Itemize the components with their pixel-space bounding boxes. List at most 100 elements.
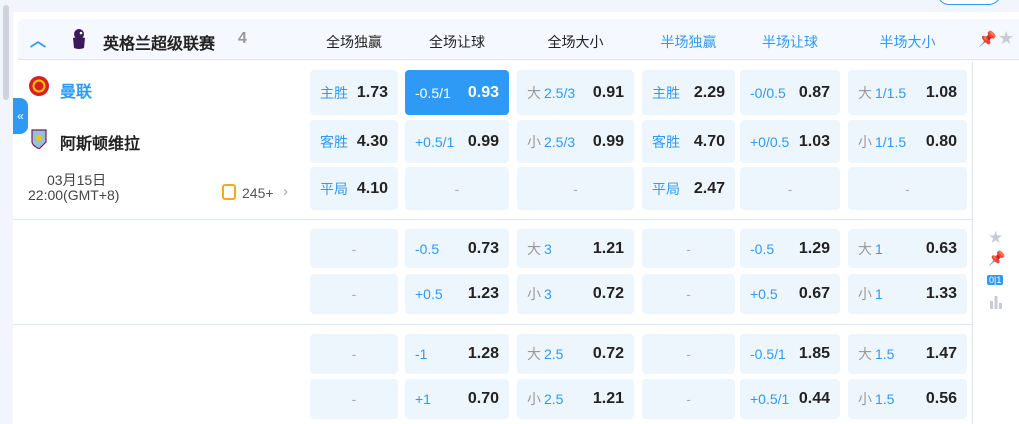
- bet-type: 小: [527, 133, 541, 150]
- odds-cell[interactable]: -0/0.5 0.87: [740, 70, 840, 115]
- pin-icon[interactable]: 📌: [978, 30, 997, 48]
- odds-value: 0.73: [467, 239, 499, 257]
- odds-cell[interactable]: -: [642, 229, 735, 268]
- odds-value: 0.44: [798, 390, 830, 407]
- away-team[interactable]: 阿斯顿维拉: [60, 130, 140, 154]
- odds-value: 1.23: [467, 285, 499, 302]
- odds-cell[interactable]: 大 2.5/3 0.91: [517, 70, 634, 115]
- odds-cell[interactable]: +0.5/1 0.99: [405, 120, 509, 163]
- bet-type: 大: [858, 240, 872, 257]
- odds-cell[interactable]: -: [642, 334, 735, 374]
- league-header: ︿ 英格兰超级联赛 4 全场独赢 全场让球 全场大小 半场独赢 半场让球 半场大小 📌 ★: [18, 19, 1019, 60]
- odds-cell[interactable]: 小 2.5 1.21: [517, 379, 634, 419]
- empty-odds: -: [686, 240, 691, 257]
- odds-cell[interactable]: 客胜 4.30: [310, 120, 398, 163]
- odds-cell[interactable]: 小 3 0.72: [517, 274, 634, 314]
- odds-value: 0.67: [798, 285, 830, 302]
- odds-cell[interactable]: -: [310, 334, 398, 374]
- odds-cell[interactable]: +0.5 0.67: [740, 274, 840, 314]
- odds-cell[interactable]: 小 1 1.33: [848, 274, 967, 314]
- handicap-line: +0.5: [750, 286, 778, 302]
- handicap-line: 1/1.5: [875, 133, 907, 150]
- empty-odds: -: [454, 180, 460, 197]
- chevron-up-icon[interactable]: ︿: [30, 27, 46, 51]
- odds-cell[interactable]: -: [405, 167, 509, 210]
- column-header: 全场大小: [547, 34, 604, 50]
- odds-cell[interactable]: +0.5/1 0.44: [740, 379, 840, 419]
- divider: [13, 324, 973, 325]
- odds-value: 4.70: [693, 132, 725, 150]
- handicap-line: 2.5: [544, 391, 564, 407]
- odds-cell[interactable]: +0.5 1.23: [405, 274, 509, 314]
- odds-cell[interactable]: 小 1/1.5 0.80: [848, 120, 967, 163]
- scrollbar[interactable]: [3, 5, 9, 100]
- pin-icon[interactable]: 📌: [988, 250, 1005, 267]
- odds-cell[interactable]: 大 1.5 1.47: [848, 334, 967, 374]
- empty-odds: -: [351, 391, 357, 407]
- star-icon[interactable]: ★: [988, 228, 1003, 248]
- odds-value: 0.93: [467, 83, 499, 101]
- odds-cell[interactable]: 主胜 2.29: [642, 70, 735, 115]
- bet-type: 小: [527, 391, 541, 407]
- home-team[interactable]: 曼联: [60, 78, 92, 102]
- handicap-line: +0.5: [415, 286, 443, 302]
- collapse-sidebar-button[interactable]: «: [13, 98, 28, 134]
- handicap-line: 1: [875, 240, 883, 257]
- aston-villa-logo-icon: [31, 129, 47, 149]
- odds-cell[interactable]: +0/0.5 1.03: [740, 120, 840, 163]
- handicap-line: -1: [415, 346, 428, 362]
- bet-type: 大: [858, 84, 872, 101]
- odds-cell[interactable]: -: [642, 379, 735, 419]
- odds-cell[interactable]: -: [642, 274, 735, 314]
- stats-icon[interactable]: [989, 295, 1003, 309]
- odds-cell[interactable]: +1 0.70: [405, 379, 509, 419]
- bet-type: 主胜: [652, 84, 680, 101]
- odds-cell[interactable]: 平局 2.47: [642, 167, 735, 210]
- odds-cell[interactable]: 小 1.5 0.56: [848, 379, 967, 419]
- odds-value: 1.47: [925, 345, 957, 362]
- top-button[interactable]: [937, 0, 1001, 5]
- odds-value: 1.33: [925, 285, 957, 302]
- odds-cell[interactable]: -: [517, 167, 634, 210]
- odds-cell[interactable]: 大 2.5 0.72: [517, 334, 634, 374]
- handicap-line: -0.5: [750, 240, 775, 257]
- bet-type: 大: [527, 240, 541, 257]
- odds-value: 1.29: [798, 239, 830, 257]
- odds-value: 2.47: [693, 179, 725, 197]
- odds-cell[interactable]: 客胜 4.70: [642, 120, 735, 163]
- odds-cell[interactable]: -0.5/1 0.93: [405, 70, 509, 115]
- odds-cell[interactable]: -: [740, 167, 840, 210]
- odds-value: 1.21: [592, 390, 624, 407]
- empty-odds: -: [351, 286, 357, 302]
- chevron-right-icon[interactable]: ›: [283, 183, 288, 200]
- odds-cell[interactable]: -0.5 0.73: [405, 229, 509, 268]
- odds-cell[interactable]: 大 1/1.5 1.08: [848, 70, 967, 115]
- odds-cell[interactable]: 平局 4.10: [310, 167, 398, 210]
- odds-cell[interactable]: 大 3 1.21: [517, 229, 634, 268]
- top-band: [0, 0, 1019, 12]
- bet-type: 小: [527, 286, 541, 302]
- score-icon[interactable]: 0|1: [987, 275, 1004, 285]
- odds-cell[interactable]: -: [310, 229, 398, 268]
- bet-type: 平局: [652, 180, 680, 197]
- odds-cell[interactable]: 主胜 1.73: [310, 70, 398, 115]
- star-icon[interactable]: ★: [998, 28, 1014, 49]
- odds-value: 1.28: [467, 345, 499, 362]
- column-header: 半场独赢: [660, 34, 717, 50]
- odds-cell[interactable]: -1 1.28: [405, 334, 509, 374]
- more-bets-link[interactable]: 245+: [242, 185, 274, 201]
- odds-value: 1.85: [798, 345, 830, 362]
- odds-value: 1.73: [356, 83, 388, 101]
- odds-value: 0.63: [925, 239, 957, 257]
- odds-cell[interactable]: 小 2.5/3 0.99: [517, 120, 634, 163]
- odds-cell[interactable]: -: [310, 274, 398, 314]
- odds-value: 0.56: [925, 390, 957, 407]
- odds-cell[interactable]: -0.5/1 1.85: [740, 334, 840, 374]
- bets-icon: [222, 184, 236, 200]
- handicap-line: -0/0.5: [750, 84, 786, 101]
- odds-cell[interactable]: 大 1 0.63: [848, 229, 967, 268]
- odds-cell[interactable]: -0.5 1.29: [740, 229, 840, 268]
- odds-value: 0.91: [592, 83, 624, 101]
- odds-cell[interactable]: -: [848, 167, 967, 210]
- odds-cell[interactable]: -: [310, 379, 398, 419]
